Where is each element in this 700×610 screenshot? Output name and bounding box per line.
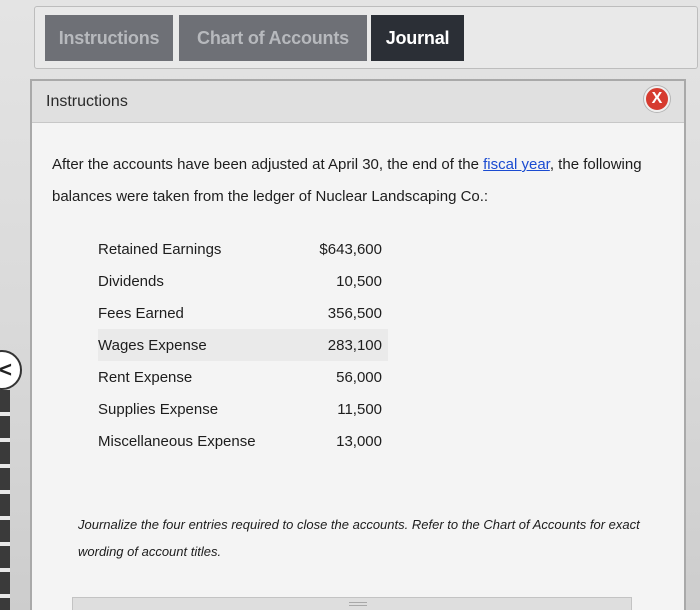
table-row: Supplies Expense 11,500 [98, 393, 388, 425]
account-name: Dividends [98, 272, 164, 290]
account-name: Supplies Expense [98, 400, 219, 418]
account-name: Fees Earned [98, 304, 184, 322]
account-balance: 13,000 [336, 432, 382, 450]
chevron-left-icon: < [0, 357, 12, 382]
account-balance: 356,500 [327, 304, 382, 322]
account-name: Rent Expense [98, 368, 193, 386]
account-balance: 11,500 [337, 400, 382, 418]
panel-resize-handle[interactable] [72, 597, 632, 610]
panel-title: Instructions [46, 93, 128, 110]
page: Instructions Chart of Accounts Journal I… [0, 0, 700, 610]
table-row: Dividends 10,500 [98, 265, 388, 297]
fiscal-year-link[interactable]: fiscal year [483, 156, 550, 173]
ledger-balances-table: Retained Earnings $643,600 Dividends 10,… [98, 233, 388, 457]
table-row: Wages Expense 283,100 [98, 329, 388, 361]
intro-text-start: After the accounts have been adjusted at… [52, 156, 484, 173]
account-name: Miscellaneous Expense [98, 432, 256, 450]
account-balance: 283,100 [288, 329, 388, 361]
account-name: Retained Earnings [98, 240, 222, 258]
table-row: Rent Expense 56,000 [98, 361, 388, 393]
account-balance: 56,000 [336, 368, 382, 386]
close-icon[interactable]: X [644, 86, 670, 112]
account-name: Wages Expense [98, 329, 288, 361]
tab-instructions[interactable]: Instructions [45, 15, 173, 61]
table-row: Miscellaneous Expense 13,000 [98, 425, 388, 457]
intro-text: After the accounts have been adjusted at… [52, 149, 652, 213]
instructions-panel: Instructions X After the accounts have b… [30, 79, 686, 610]
table-row: Retained Earnings $643,600 [98, 233, 388, 265]
account-balance: $643,600 [319, 240, 382, 258]
left-edge-strip [0, 390, 10, 610]
table-row: Fees Earned 356,500 [98, 297, 388, 329]
panel-header: Instructions X [32, 81, 684, 123]
tab-journal[interactable]: Journal [371, 15, 464, 61]
instructions-note: Journalize the four entries required to … [78, 517, 640, 559]
back-arrow-button[interactable]: < [0, 350, 22, 390]
tab-chart-of-accounts[interactable]: Chart of Accounts [179, 15, 367, 61]
grip-icon [349, 602, 367, 606]
account-balance: 10,500 [336, 272, 382, 290]
tab-bar: Instructions Chart of Accounts Journal [34, 6, 698, 69]
